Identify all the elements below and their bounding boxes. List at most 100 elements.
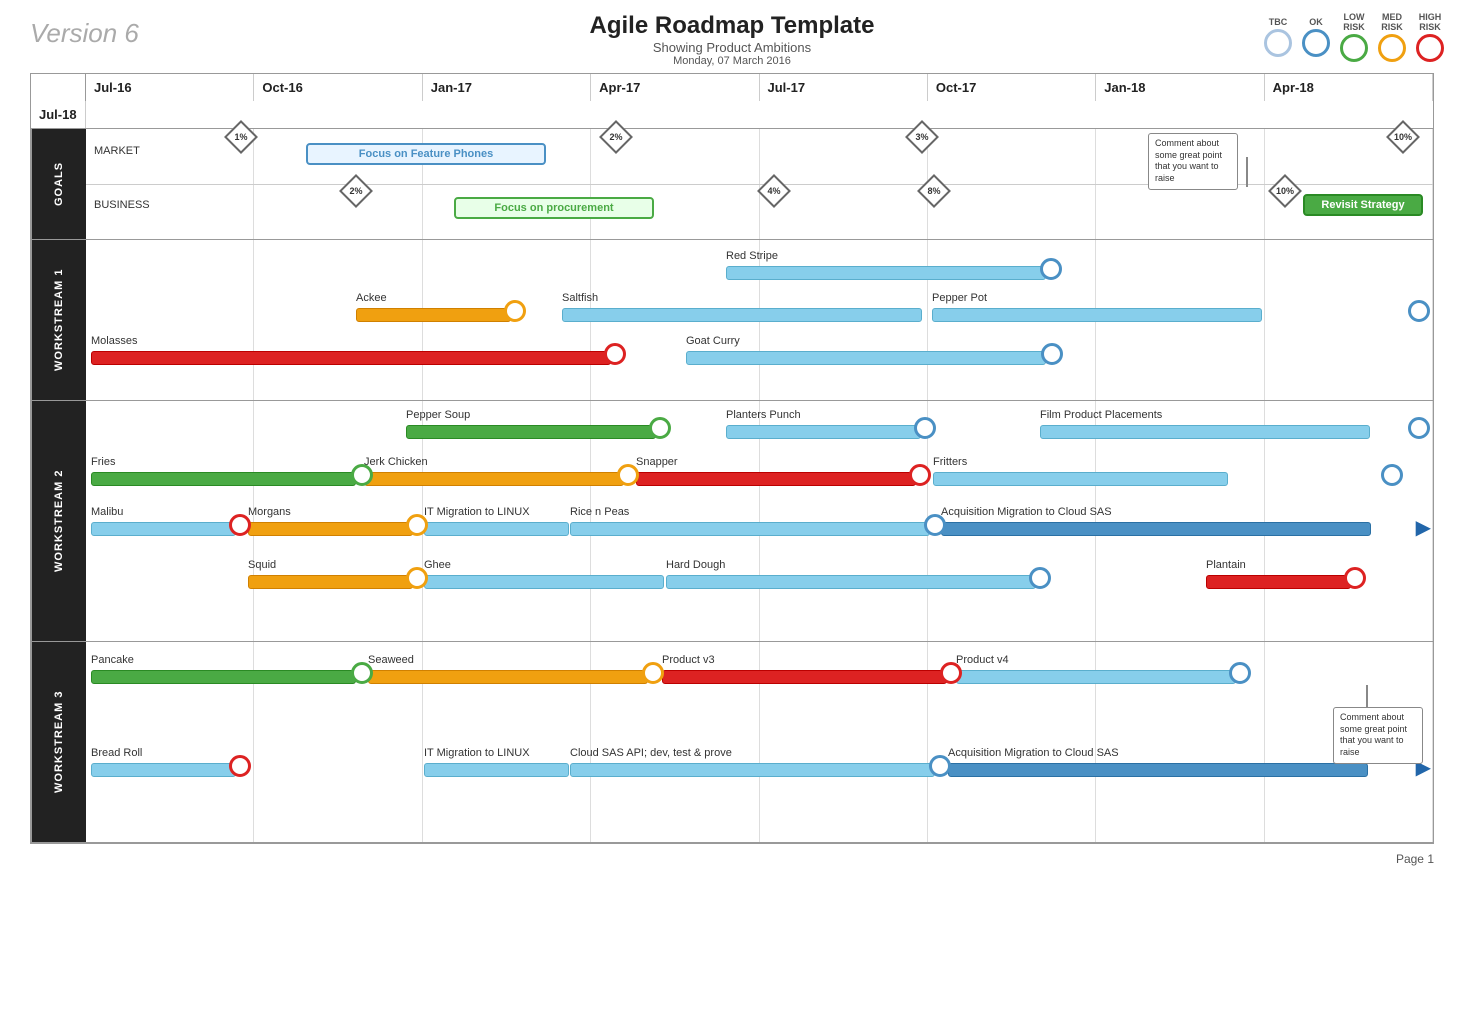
goals-row: GOALS MARKET BUSINESS 1% Focu: [31, 129, 1433, 240]
pepper-soup-end: [649, 417, 671, 439]
high-circle: [1416, 34, 1444, 62]
rice-peas-label: Rice n Peas: [570, 506, 629, 518]
acq-mig-arrow: ▶: [1416, 515, 1431, 540]
it-mig-linux-2-bar: [424, 522, 569, 536]
date-jan17: Jan-17: [423, 74, 591, 101]
ws3-label: WORKSTREAM 3: [31, 642, 86, 842]
planters-punch-label: Planters Punch: [726, 409, 801, 421]
page-number: Page 1: [0, 844, 1464, 874]
ws1-content: Red Stripe Ackee Saltfish Pepper Pot Mol…: [86, 240, 1433, 400]
acq-mig-cloud-3-bar: [948, 763, 1368, 777]
squid-bar: [248, 575, 413, 589]
snapper-bar: [636, 472, 916, 486]
goals-label: GOALS: [31, 129, 86, 239]
squid-label: Squid: [248, 559, 276, 571]
date-jan18: Jan-18: [1096, 74, 1264, 101]
ws2-row: WORKSTREAM 2 Pepper Soup Planters Punch …: [31, 401, 1433, 642]
cloud-sas-api-bar: [570, 763, 935, 777]
legend-low: LOWRISK: [1340, 12, 1368, 62]
market-label: MARKET: [94, 145, 140, 157]
planters-punch-end: [914, 417, 936, 439]
rice-peas-end: [924, 514, 946, 536]
molasses-bar: [91, 351, 611, 365]
pepper-soup-bar: [406, 425, 656, 439]
morgans-end: [406, 514, 428, 536]
med-circle: [1378, 34, 1406, 62]
squid-end: [406, 567, 428, 589]
pepper-soup-label: Pepper Soup: [406, 409, 470, 421]
ws3-content: Pancake Seaweed Product v3 Product v4 Co…: [86, 642, 1433, 842]
it-mig-linux-3-bar: [424, 763, 569, 777]
ws2-content: Pepper Soup Planters Punch Film Product …: [86, 401, 1433, 641]
bread-roll-end: [229, 755, 251, 777]
pepper-pot-bar: [932, 308, 1262, 322]
subtitle: Showing Product Ambitions: [590, 40, 875, 55]
goals-content: MARKET BUSINESS 1% Focus on Feature Phon…: [86, 129, 1433, 239]
comment-box-1: Comment about some great point that you …: [1148, 133, 1238, 190]
ackee-end: [504, 300, 526, 322]
jerk-chicken-label: Jerk Chicken: [364, 456, 428, 468]
low-circle: [1340, 34, 1368, 62]
fries-bar: [91, 472, 356, 486]
legend-high: HIGHRISK: [1416, 12, 1444, 62]
pancake-label: Pancake: [91, 654, 134, 666]
film-product-end: [1408, 417, 1430, 439]
bread-roll-label: Bread Roll: [91, 747, 142, 759]
date-oct17: Oct-17: [928, 74, 1096, 101]
comment-box-2: Comment about some great point that you …: [1333, 707, 1423, 764]
fritters-label: Fritters: [933, 456, 967, 468]
product-v3-label: Product v3: [662, 654, 715, 666]
plantain-label: Plantain: [1206, 559, 1246, 571]
product-v4-end: [1229, 662, 1251, 684]
legend-med: MEDRISK: [1378, 12, 1406, 62]
date-apr18: Apr-18: [1265, 74, 1433, 101]
it-mig-linux-2-label: IT Migration to LINUX: [424, 506, 530, 518]
snapper-end: [909, 464, 931, 486]
product-v3-end: [940, 662, 962, 684]
version-label: Version 6: [30, 18, 139, 49]
product-v4-label: Product v4: [956, 654, 1009, 666]
red-stripe-label: Red Stripe: [726, 250, 778, 262]
snapper-label: Snapper: [636, 456, 678, 468]
product-v4-bar: [956, 670, 1236, 684]
malibu-label: Malibu: [91, 506, 123, 518]
business-label: BUSINESS: [94, 199, 150, 211]
title-block: Agile Roadmap Template Showing Product A…: [590, 12, 875, 67]
date-apr17: Apr-17: [591, 74, 759, 101]
ackee-label: Ackee: [356, 292, 387, 304]
hard-dough-end: [1029, 567, 1051, 589]
comment-line-1: [1246, 157, 1248, 187]
rice-peas-bar: [570, 522, 930, 536]
date-jul17: Jul-17: [760, 74, 928, 101]
fritters-end: [1381, 464, 1403, 486]
goat-curry-label: Goat Curry: [686, 335, 740, 347]
ws1-row: WORKSTREAM 1 Red Stripe Ackee Saltfish: [31, 240, 1433, 401]
saltfish-label: Saltfish: [562, 292, 598, 304]
pepper-pot-end: [1408, 300, 1430, 322]
jerk-chicken-end: [617, 464, 639, 486]
pepper-pot-label: Pepper Pot: [932, 292, 987, 304]
page-header: Version 6 Agile Roadmap Template Showing…: [0, 0, 1464, 73]
goat-curry-bar: [686, 351, 1046, 365]
revisit-strategy-bar: Revisit Strategy: [1303, 194, 1423, 216]
film-product-bar: [1040, 425, 1370, 439]
planters-punch-bar: [726, 425, 921, 439]
ws3-row: WORKSTREAM 3 Pancake Seaweed Product v3: [31, 642, 1433, 843]
legend-ok: OK: [1302, 17, 1330, 57]
ghee-label: Ghee: [424, 559, 451, 571]
ackee-bar: [356, 308, 511, 322]
focus-procurement-bar: Focus on procurement: [454, 197, 654, 219]
plantain-end: [1344, 567, 1366, 589]
page-title: Agile Roadmap Template: [590, 12, 875, 40]
goat-curry-end: [1041, 343, 1063, 365]
fritters-bar: [933, 472, 1228, 486]
seaweed-bar: [368, 670, 648, 684]
date-oct16: Oct-16: [254, 74, 422, 101]
cloud-sas-api-end: [929, 755, 951, 777]
acq-mig-cloud-2-bar: [941, 522, 1371, 536]
hard-dough-label: Hard Dough: [666, 559, 725, 571]
film-product-label: Film Product Placements: [1040, 409, 1162, 421]
morgans-label: Morgans: [248, 506, 291, 518]
focus-feature-bar: Focus on Feature Phones: [306, 143, 546, 165]
ws1-label: WORKSTREAM 1: [31, 240, 86, 400]
